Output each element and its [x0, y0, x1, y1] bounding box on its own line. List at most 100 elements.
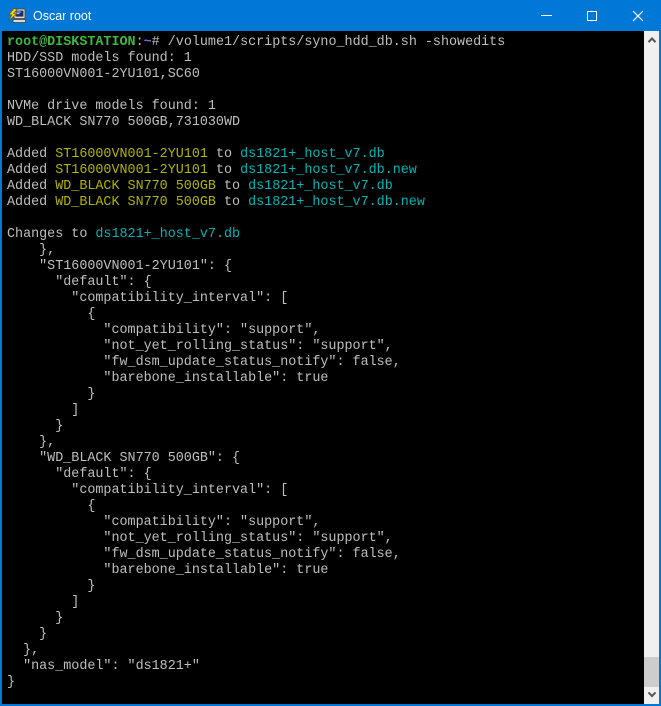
terminal-text-segment: "default": {: [7, 275, 152, 290]
close-button[interactable]: [615, 0, 661, 31]
scroll-up-button[interactable]: [644, 31, 659, 48]
terminal-line: "WD_BLACK SN770 500GB": {: [7, 451, 644, 467]
terminal-text-segment: to: [208, 147, 240, 162]
terminal-text-segment: HDD/SSD models found: 1: [7, 51, 192, 66]
terminal-text-segment: }: [7, 387, 95, 402]
terminal-line: Added ST16000VN001-2YU101 to ds1821+_hos…: [7, 147, 644, 163]
terminal-line: }: [7, 627, 644, 643]
terminal-text-segment: }: [7, 419, 63, 434]
terminal-line: [7, 211, 644, 227]
terminal-line: Added ST16000VN001-2YU101 to ds1821+_hos…: [7, 163, 644, 179]
terminal-text-segment: Changes to: [7, 227, 95, 242]
terminal-line: "fw_dsm_update_status_notify": false,: [7, 547, 644, 563]
terminal-text-segment: {: [7, 307, 95, 322]
terminal-text-segment: Added: [7, 147, 55, 162]
terminal-text-segment: ST16000VN001-2YU101,SC60: [7, 67, 200, 82]
chevron-up-icon: [647, 37, 655, 45]
terminal-text-segment: ds1821+_host_v7.db: [240, 147, 385, 162]
terminal-line: [7, 131, 644, 147]
minimize-button[interactable]: [523, 0, 569, 31]
window-body: root@DISKSTATION:~# /volume1/scripts/syn…: [0, 31, 661, 706]
terminal-line: WD_BLACK SN770 500GB,731030WD: [7, 115, 644, 131]
terminal-text-segment: to: [208, 163, 240, 178]
scroll-down-button[interactable]: [644, 687, 659, 704]
terminal-line: "barebone_installable": true: [7, 371, 644, 387]
terminal-line: "default": {: [7, 275, 644, 291]
terminal-text-segment: ~: [144, 35, 152, 50]
titlebar[interactable]: Oscar root: [0, 0, 661, 31]
terminal-text-segment: to: [216, 195, 248, 210]
terminal-text-segment: "default": {: [7, 467, 152, 482]
terminal-line: }: [7, 611, 644, 627]
terminal-line: root@DISKSTATION:~# /volume1/scripts/syn…: [7, 35, 644, 51]
terminal-text-segment: :: [136, 35, 144, 50]
terminal-text-segment: "WD_BLACK SN770 500GB": {: [7, 451, 240, 466]
terminal-line: "compatibility_interval": [: [7, 291, 644, 307]
terminal-line: NVMe drive models found: 1: [7, 99, 644, 115]
chevron-down-icon: [647, 688, 655, 696]
terminal-text-segment: Added: [7, 179, 55, 194]
minimize-icon: [541, 15, 552, 16]
terminal-line: }: [7, 579, 644, 595]
terminal-line: HDD/SSD models found: 1: [7, 51, 644, 67]
terminal-line: }: [7, 387, 644, 403]
terminal-line: "not_yet_rolling_status": "support",: [7, 531, 644, 547]
terminal-line: ]: [7, 403, 644, 419]
window-controls: [523, 0, 661, 31]
terminal-text-segment: }: [7, 627, 47, 642]
terminal-text-segment: "not_yet_rolling_status": "support",: [7, 531, 393, 546]
terminal-line: "ST16000VN001-2YU101": {: [7, 259, 644, 275]
terminal-text-segment: },: [7, 243, 55, 258]
terminal-text-segment: WD_BLACK SN770 500GB: [55, 179, 216, 194]
terminal-line: Added WD_BLACK SN770 500GB to ds1821+_ho…: [7, 195, 644, 211]
terminal-text-segment: }: [7, 675, 15, 690]
terminal-line: "compatibility": "support",: [7, 515, 644, 531]
maximize-button[interactable]: [569, 0, 615, 31]
terminal-line: ST16000VN001-2YU101,SC60: [7, 67, 644, 83]
scrollbar[interactable]: [644, 31, 659, 704]
terminal-text-segment: "compatibility": "support",: [7, 515, 320, 530]
terminal-text-segment: to: [216, 179, 248, 194]
terminal-text-segment: "barebone_installable": true: [7, 563, 328, 578]
terminal-text-segment: ds1821+_host_v7.db: [248, 179, 393, 194]
terminal-text-segment: ds1821+_host_v7.db.new: [248, 195, 425, 210]
putty-window: Oscar root root@DISKSTATION:~# /volume1/…: [0, 0, 661, 706]
maximize-icon: [587, 11, 597, 21]
terminal-text-segment: "not_yet_rolling_status": "support",: [7, 339, 393, 354]
scrollbar-thumb[interactable]: [644, 657, 659, 687]
terminal-line: }: [7, 675, 644, 691]
terminal-text-segment: }: [7, 611, 63, 626]
terminal-text-segment: },: [7, 435, 55, 450]
close-icon: [632, 10, 644, 22]
terminal-line: },: [7, 435, 644, 451]
terminal-line: {: [7, 307, 644, 323]
terminal-text-segment: root@DISKSTATION: [7, 35, 136, 50]
terminal-text-segment: "ST16000VN001-2YU101": {: [7, 259, 232, 274]
terminal-line: "nas_model": "ds1821+": [7, 659, 644, 675]
terminal-line: "compatibility_interval": [: [7, 483, 644, 499]
terminal-text-segment: WD_BLACK SN770 500GB,731030WD: [7, 115, 240, 130]
terminal-text-segment: Added: [7, 163, 55, 178]
terminal-text-segment: "fw_dsm_update_status_notify": false,: [7, 355, 401, 370]
terminal-text-segment: "compatibility_interval": [: [7, 483, 288, 498]
terminal-text-segment: ST16000VN001-2YU101: [55, 147, 208, 162]
terminal-text-segment: ST16000VN001-2YU101: [55, 163, 208, 178]
terminal-text-segment: ]: [7, 595, 79, 610]
scrollbar-track[interactable]: [644, 48, 659, 687]
terminal-line: ]: [7, 595, 644, 611]
terminal-line: Changes to ds1821+_host_v7.db: [7, 227, 644, 243]
terminal-line: "barebone_installable": true: [7, 563, 644, 579]
window-title: Oscar root: [33, 9, 523, 23]
terminal-output[interactable]: root@DISKSTATION:~# /volume1/scripts/syn…: [2, 31, 644, 704]
terminal-text-segment: },: [7, 643, 39, 658]
terminal-text-segment: # /volume1/scripts/syno_hdd_db.sh -showe…: [152, 35, 506, 50]
putty-terminal-icon: [8, 8, 26, 24]
terminal-text-segment: ]: [7, 403, 79, 418]
terminal-line: "not_yet_rolling_status": "support",: [7, 339, 644, 355]
terminal-text-segment: NVMe drive models found: 1: [7, 99, 216, 114]
terminal-line: "fw_dsm_update_status_notify": false,: [7, 355, 644, 371]
terminal-text-segment: "compatibility": "support",: [7, 323, 320, 338]
terminal-text-segment: WD_BLACK SN770 500GB: [55, 195, 216, 210]
terminal-text-segment: Added: [7, 195, 55, 210]
terminal-line: [7, 83, 644, 99]
